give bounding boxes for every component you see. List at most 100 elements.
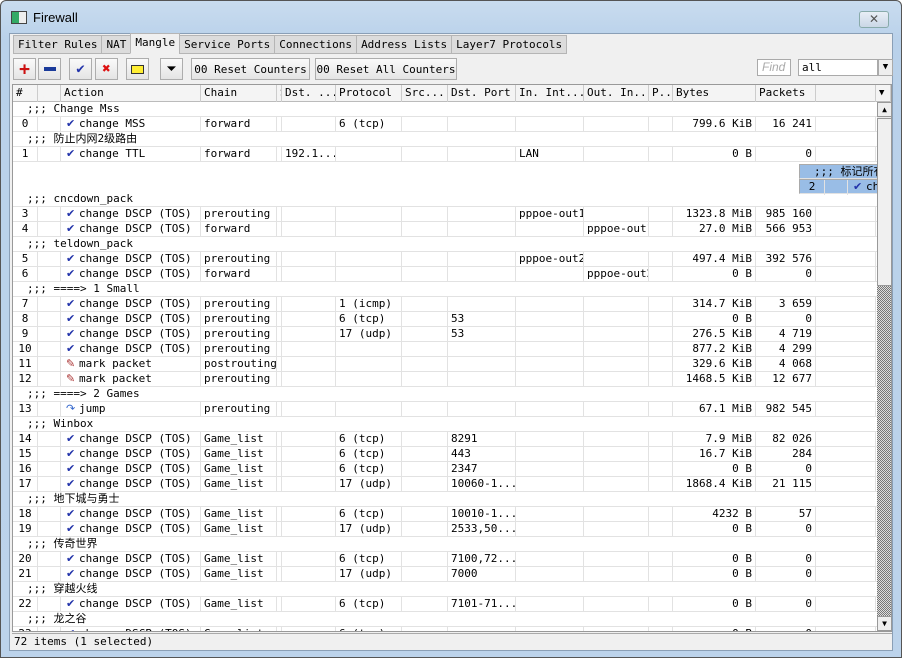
cell-action: ✔change DSCP (TOS) [61, 597, 201, 612]
cell-protocol [336, 372, 402, 387]
comment-row[interactable]: ;;; Change Mss [13, 102, 877, 117]
table-row[interactable]: 11 ✎ mark packet postrouting 329.6 KiB 4 068 [13, 357, 877, 372]
column-header[interactable]: Chain [201, 85, 277, 102]
filter-select[interactable]: all [798, 59, 878, 76]
scroll-thumb[interactable] [877, 118, 891, 286]
cell-dport: 53 [448, 312, 516, 327]
vertical-scrollbar[interactable]: ▲ ▼ [877, 102, 891, 631]
cell-protocol: 1 (icmp) [336, 297, 402, 312]
cell-blank [816, 402, 876, 417]
table-row[interactable]: 16 ✔ change DSCP (TOS) Game_list 6 (tcp) 2347… [13, 462, 877, 477]
cell-blank [816, 147, 876, 162]
table-row[interactable]: 18 ✔ change DSCP (TOS) Game_list 6 (tcp) 1001… [13, 507, 877, 522]
disable-button[interactable]: ✖ [95, 58, 118, 80]
table-row[interactable]: 4 ✔ change DSCP (TOS) forward pppoe-out1 27.0… [13, 222, 877, 237]
cell-dport: 2347 [448, 462, 516, 477]
table-row[interactable]: 19 ✔ change DSCP (TOS) Game_list 17 (udp) 253… [13, 522, 877, 537]
cell-in [516, 402, 584, 417]
column-header[interactable] [38, 85, 61, 102]
find-input[interactable]: Find [757, 59, 791, 76]
cell-packets: 16 241 [756, 117, 816, 132]
cell-dport: 7000 [448, 567, 516, 582]
comment-row[interactable]: ;;; 标记所有数据包 [799, 164, 891, 179]
column-header[interactable]: Bytes [673, 85, 756, 102]
comment-row[interactable]: ;;; 防止内网2级路由 [13, 132, 877, 147]
table-row[interactable]: 21 ✔ change DSCP (TOS) Game_list 17 (udp) 700… [13, 567, 877, 582]
columns-menu-button[interactable]: ▼ [876, 85, 891, 102]
comment-row[interactable]: ;;; 传奇世界 [13, 537, 877, 552]
reset-all-counters-button[interactable]: 00 Reset All Counters [315, 58, 457, 80]
table-row[interactable]: 5 ✔ change DSCP (TOS) prerouting pppoe-out2 4… [13, 252, 877, 267]
table-row[interactable]: 17 ✔ change DSCP (TOS) Game_list 17 (udp) 100… [13, 477, 877, 492]
table-row[interactable]: 22 ✔ change DSCP (TOS) Game_list 6 (tcp) 7101… [13, 597, 877, 612]
comment-row[interactable]: ;;; cncdown_pack [13, 192, 877, 207]
tab-service-ports[interactable]: Service Ports [179, 35, 276, 54]
add-button[interactable]: + [13, 58, 36, 80]
column-header[interactable]: P... [649, 85, 673, 102]
column-header[interactable]: Packets [756, 85, 816, 102]
cell-blank [649, 297, 673, 312]
cell-blank [649, 147, 673, 162]
cell-blank [816, 432, 876, 447]
tab-mangle[interactable]: Mangle [130, 33, 181, 54]
comment-row[interactable]: ;;; ====> 1 Small [13, 282, 877, 297]
action-text: change DSCP (TOS) [79, 297, 192, 310]
tab-filter-rules[interactable]: Filter Rules [13, 35, 103, 54]
comment-row[interactable]: ;;; ====> 2 Games [13, 387, 877, 402]
comment-button[interactable] [126, 58, 149, 80]
cell-n: 13 [13, 402, 38, 417]
enable-button[interactable]: ✔ [69, 58, 92, 80]
table-row[interactable]: 3 ✔ change DSCP (TOS) prerouting pppoe-out1 1… [13, 207, 877, 222]
column-header[interactable]: Dst. ... [282, 85, 336, 102]
table-row[interactable]: 9 ✔ change DSCP (TOS) prerouting 17 (udp) 53 2… [13, 327, 877, 342]
cell-bytes: 877.2 KiB [673, 342, 756, 357]
tab-connections[interactable]: Connections [274, 35, 358, 54]
reset-counters-button[interactable]: 00 Reset Counters [191, 58, 310, 80]
table-row[interactable]: 12 ✎ mark packet prerouting 1468.5 KiB 12 677 [13, 372, 877, 387]
comment-row[interactable]: ;;; 穿越火线 [13, 582, 877, 597]
table-row[interactable]: 20 ✔ change DSCP (TOS) Game_list 6 (tcp) 7100… [13, 552, 877, 567]
column-header[interactable]: Dst. Port [448, 85, 516, 102]
cell-in [516, 627, 584, 631]
comment-row[interactable]: ;;; 地下城与勇士 [13, 492, 877, 507]
cell-bytes: 0 B [673, 567, 756, 582]
column-header[interactable]: Protocol [336, 85, 402, 102]
cell-packets: 12 677 [756, 372, 816, 387]
cell-protocol: 6 (tcp) [336, 597, 402, 612]
column-header[interactable]: Action [61, 85, 201, 102]
filter-button[interactable]: ⏷ [160, 58, 183, 80]
table-row[interactable]: 7 ✔ change DSCP (TOS) prerouting 1 (icmp) 314… [13, 297, 877, 312]
cell-src [402, 522, 448, 537]
table-row[interactable]: 15 ✔ change DSCP (TOS) Game_list 6 (tcp) 443 1… [13, 447, 877, 462]
comment-row[interactable]: ;;; 龙之谷 [13, 612, 877, 627]
table-row[interactable]: 8 ✔ change DSCP (TOS) prerouting 6 (tcp) 53 0 … [13, 312, 877, 327]
action-text: change DSCP (TOS) [79, 342, 192, 355]
comment-row[interactable]: ;;; Winbox [13, 417, 877, 432]
scroll-track[interactable] [877, 286, 891, 616]
close-button[interactable]: ✕ [859, 11, 889, 28]
comment-row[interactable]: ;;; teldown_pack [13, 237, 877, 252]
cell-src [402, 372, 448, 387]
tab-address-lists[interactable]: Address Lists [356, 35, 453, 54]
column-header[interactable]: Out. In... [584, 85, 649, 102]
table-row[interactable]: 23✔change DSCP (TOS)Game_list6 (tcp)0 B0 [13, 627, 877, 631]
scroll-up-button[interactable]: ▲ [877, 102, 891, 117]
cell-in [516, 567, 584, 582]
table-row[interactable]: 13 ↷ jump prerouting 67.1 MiB 982 545 [13, 402, 877, 417]
column-header[interactable]: In. Int... [516, 85, 584, 102]
remove-button[interactable] [38, 58, 61, 80]
tab-layer7-protocols[interactable]: Layer7 Protocols [451, 35, 568, 54]
filter-dropdown-button[interactable]: ▼ [878, 59, 893, 76]
scroll-down-button[interactable]: ▼ [877, 616, 891, 631]
table-row[interactable]: 10 ✔ change DSCP (TOS) prerouting 877.2 KiB 4… [13, 342, 877, 357]
table-row[interactable]: 14 ✔ change DSCP (TOS) Game_list 6 (tcp) 8291… [13, 432, 877, 447]
table-row[interactable]: 6 ✔ change DSCP (TOS) forward pppoe-out2 0 B0 [13, 267, 877, 282]
cell-in [516, 477, 584, 492]
column-header[interactable]: # [13, 85, 38, 102]
table-row[interactable]: 1 ✔ change TTL forward 192.1... LAN 0 B0 [13, 147, 877, 162]
column-header[interactable]: Src... [402, 85, 448, 102]
table-row[interactable]: 0 ✔ change MSS forward 6 (tcp) 799.6 KiB 16 24… [13, 117, 877, 132]
cell-action: ✔change DSCP (TOS) [61, 552, 201, 567]
tab-nat[interactable]: NAT [101, 35, 132, 54]
cell-dport [448, 342, 516, 357]
